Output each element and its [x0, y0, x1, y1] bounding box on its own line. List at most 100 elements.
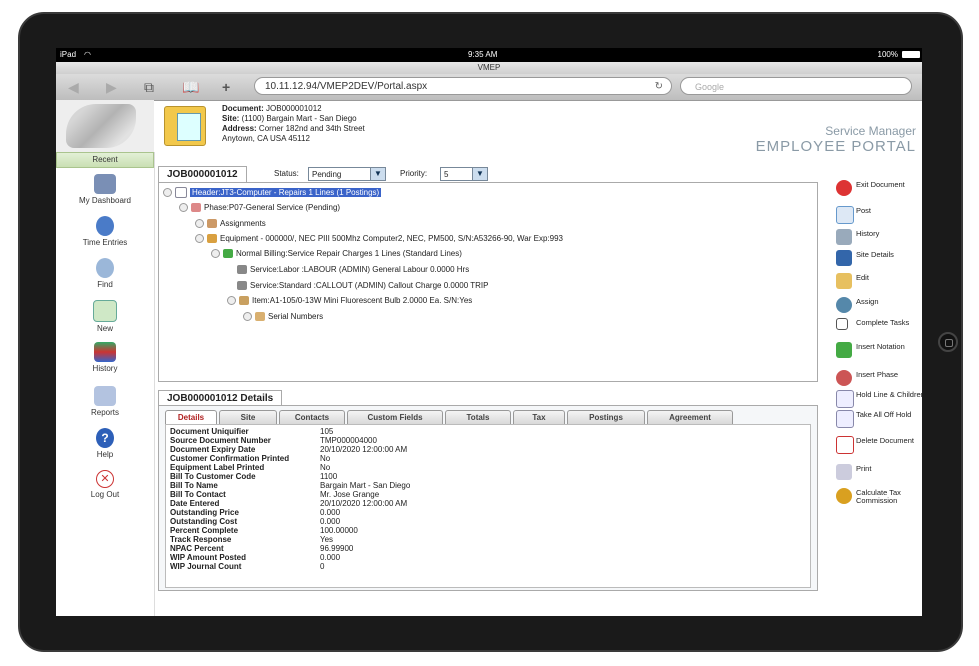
carrier-label: iPad [60, 50, 77, 59]
job-tree: Header:JT3-Computer - Repairs 1 Lines (1… [158, 182, 818, 382]
nav-find[interactable]: Find [56, 258, 154, 289]
help-icon: ? [96, 428, 114, 448]
address-line2: Anytown, CA USA 45112 [222, 134, 310, 143]
tab-tax[interactable]: Tax [513, 410, 565, 424]
billing-icon [223, 249, 233, 259]
tree-node-assignments[interactable]: Assignments [195, 219, 266, 229]
expand-icon[interactable] [243, 312, 252, 322]
site-label: Site: [222, 114, 240, 123]
tools-icon [237, 265, 247, 275]
nav-new[interactable]: New [56, 300, 154, 333]
nav-time-entries[interactable]: Time Entries [56, 216, 154, 247]
tree-node-service-standard[interactable]: Service:Standard :CALLOUT (ADMIN) Callou… [237, 281, 489, 291]
tree-node-billing[interactable]: Normal Billing:Service Repair Charges 1 … [211, 249, 462, 259]
tab-site[interactable]: Site [219, 410, 277, 424]
status-value: Pending [312, 170, 342, 179]
expand-icon[interactable] [211, 249, 220, 259]
books-icon [94, 342, 116, 362]
tab-custom-fields[interactable]: Custom Fields [347, 410, 443, 424]
brand-line2: EMPLOYEE PORTAL [755, 138, 916, 155]
action-label: Calculate Tax Commission [856, 488, 901, 505]
detail-value: No [320, 463, 331, 472]
forward-icon[interactable]: ▶ [106, 78, 117, 96]
detail-key: Source Document Number [170, 436, 271, 445]
site-value: (1100) Bargain Mart - San Diego [241, 114, 357, 123]
details-content: Document Uniquifier 105 Source Document N… [165, 424, 811, 588]
browser-toolbar: ◀ ▶ ⧉ 📖 + 10.11.12.94/VMEP2DEV/Portal.as… [56, 74, 922, 101]
tree-node-header[interactable]: Header:JT3-Computer - Repairs 1 Lines (1… [163, 187, 382, 198]
action-label: Delete Document [856, 436, 914, 445]
checkbox-icon [836, 318, 848, 330]
detail-key: Document Uniquifier [170, 427, 249, 436]
add-icon[interactable]: + [222, 78, 230, 96]
history-icon [836, 229, 852, 245]
detail-row: Bill To Customer Code 1100 [170, 473, 337, 481]
expand-icon[interactable] [179, 203, 188, 213]
tab-details[interactable]: Details [165, 410, 217, 424]
expand-icon[interactable] [195, 234, 204, 244]
detail-key: Percent Complete [170, 526, 239, 535]
detail-row: Outstanding Cost 0.000 [170, 518, 340, 526]
tab-agreement[interactable]: Agreement [647, 410, 733, 424]
detail-row: Date Entered 20/10/2020 12:00:00 AM [170, 500, 407, 508]
tree-node-phase[interactable]: Phase:P07-General Service (Pending) [179, 203, 340, 213]
details-title[interactable]: JOB000001012 Details [158, 390, 283, 406]
expand-icon[interactable] [195, 219, 204, 229]
nav-log-out[interactable]: ✕ Log Out [56, 470, 154, 499]
search-input[interactable]: Google [680, 77, 912, 95]
expand-icon[interactable] [163, 188, 172, 197]
detail-row: NPAC Percent 96.99900 [170, 545, 353, 553]
tab-totals[interactable]: Totals [445, 410, 511, 424]
screen: iPad ◠ 9:35 AM 100% VMEP ◀ ▶ ⧉ 📖 + 10.11… [56, 48, 922, 616]
tree-node-equipment[interactable]: Equipment - 000000/, NEC PIII 500Mhz Com… [195, 234, 563, 244]
tab-contacts[interactable]: Contacts [279, 410, 345, 424]
priority-value: 5 [444, 170, 449, 179]
detail-value: 96.99900 [320, 544, 354, 553]
tabs-icon[interactable]: ⧉ [144, 78, 154, 96]
expand-icon[interactable] [227, 296, 236, 306]
battery-icon [902, 51, 920, 58]
action-label: Exit Document [856, 180, 905, 189]
person-icon [836, 297, 852, 313]
nav-help[interactable]: ? Help [56, 428, 154, 459]
new-document-icon [93, 300, 117, 322]
detail-key: Date Entered [170, 499, 220, 508]
left-nav: Recent My Dashboard Time Entries Find Ne… [56, 152, 155, 616]
document-header: Document: JOB000001012 Site: (1100) Barg… [222, 104, 365, 144]
bookmarks-icon[interactable]: 📖 [182, 78, 199, 96]
reload-icon[interactable]: ↻ [655, 78, 663, 96]
home-button[interactable] [938, 332, 958, 352]
notation-icon [836, 342, 852, 358]
nav-history[interactable]: History [56, 342, 154, 373]
detail-key: Outstanding Price [170, 508, 239, 517]
job-tab[interactable]: JOB000001012 [158, 166, 247, 183]
nav-my-dashboard[interactable]: My Dashboard [56, 174, 154, 205]
tree-node-item[interactable]: Item:A1-105/0-13W Mini Fluorescent Bulb … [227, 296, 472, 306]
status-label: Status: [274, 169, 299, 178]
nav-label: My Dashboard [78, 196, 132, 205]
pencil-icon [836, 273, 852, 289]
clock: 9:35 AM [468, 50, 498, 59]
detail-value: 0.000 [320, 517, 341, 526]
status-select[interactable]: Pending ▼ [308, 167, 386, 181]
document-label: Document: [222, 104, 264, 113]
detail-row: WIP Amount Posted 0.000 [170, 554, 340, 562]
nav-label: Help [96, 450, 114, 459]
detail-value: 0.000 [320, 508, 341, 517]
url-text: 10.11.12.94/VMEP2DEV/Portal.aspx [265, 81, 428, 92]
tree-node-service-labor[interactable]: Service:Labor :LABOUR (ADMIN) General La… [237, 265, 469, 275]
tab-postings[interactable]: Postings [567, 410, 645, 424]
recent-tab[interactable]: Recent [56, 152, 154, 168]
assignments-icon [207, 219, 217, 229]
detail-value: 105 [320, 427, 334, 436]
item-icon [239, 296, 249, 306]
detail-row: Document Uniquifier 105 [170, 428, 333, 436]
nav-label: Time Entries [82, 238, 128, 247]
tree-node-serial-numbers[interactable]: Serial Numbers [243, 312, 323, 322]
nav-reports[interactable]: Reports [56, 386, 154, 417]
address-bar[interactable]: 10.11.12.94/VMEP2DEV/Portal.aspx ↻ [254, 77, 672, 95]
priority-select[interactable]: 5 ▼ [440, 167, 488, 181]
tree-node-label: Service:Standard :CALLOUT (ADMIN) Callou… [250, 281, 489, 290]
back-icon[interactable]: ◀ [68, 78, 79, 96]
detail-value: TMP000004000 [320, 436, 377, 445]
